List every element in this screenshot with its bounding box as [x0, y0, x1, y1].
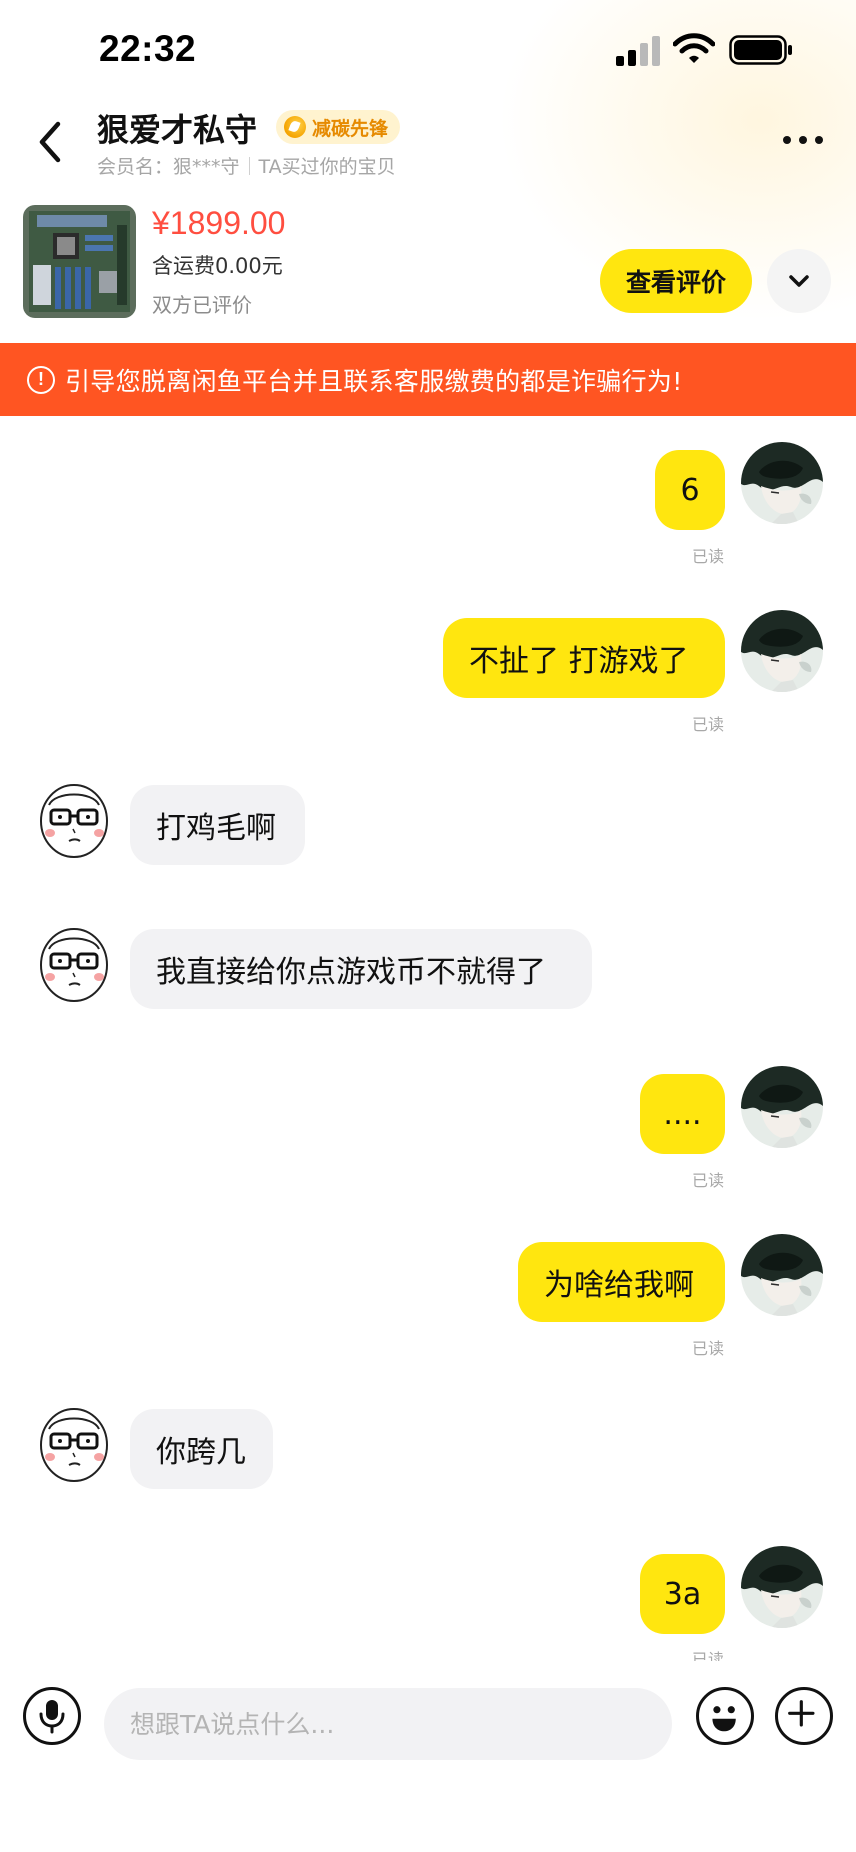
warning-text: 引导您脱离闲鱼平台并且联系客服缴费的都是诈骗行为! — [65, 366, 683, 396]
member-name: 会员名：狠***守 — [97, 156, 240, 178]
message-input[interactable] — [104, 1688, 672, 1760]
message-bubble-sent[interactable]: .... — [640, 1074, 725, 1154]
message-text: 为啥给我啊 — [544, 1268, 694, 1303]
product-thumbnail[interactable] — [23, 205, 136, 318]
product-shipping: 含运费0.00元 — [152, 254, 283, 278]
my-avatar[interactable] — [741, 1546, 823, 1628]
relation-text: TA买过你的宝贝 — [258, 156, 396, 178]
message-text: 你跨几 — [156, 1435, 246, 1470]
signal-icon — [616, 36, 660, 66]
product-price: ¥1899.00 — [152, 205, 286, 241]
read-status: 已读 — [692, 1650, 725, 1661]
message-bubble-sent[interactable]: 为啥给我啊 — [518, 1242, 725, 1322]
message-text: 3a — [663, 1576, 702, 1612]
message-bubble-sent[interactable]: 6 — [655, 450, 725, 530]
message-bubble-received[interactable]: 我直接给你点游戏币不就得了 — [130, 929, 592, 1009]
view-review-button[interactable]: 查看评价 — [600, 249, 752, 313]
my-avatar[interactable] — [741, 610, 823, 692]
contact-name[interactable]: 狠爱才私守 — [97, 105, 257, 151]
smiley-icon[interactable] — [696, 1687, 754, 1745]
chevron-left-icon[interactable] — [32, 115, 68, 169]
chat-header: 狠爱才私守 减碳先锋 会员名：狠***守 TA买过你的宝贝 — [0, 95, 856, 205]
message-bubble-sent[interactable]: 3a — [640, 1554, 725, 1634]
my-avatar[interactable] — [741, 442, 823, 524]
microphone-icon — [39, 1700, 65, 1734]
message-text: 我直接给你点游戏币不就得了 — [156, 955, 546, 990]
message-text: 6 — [680, 472, 700, 508]
fraud-warning-banner: ! 引导您脱离闲鱼平台并且联系客服缴费的都是诈骗行为! — [0, 343, 856, 416]
divider — [248, 156, 250, 175]
read-status: 已读 — [692, 547, 725, 566]
read-status: 已读 — [692, 1339, 725, 1358]
status-bar: 22:32 — [0, 0, 856, 90]
status-time: 22:32 — [99, 28, 197, 69]
message-bubble-received[interactable]: 打鸡毛啊 — [130, 785, 305, 865]
contact-avatar[interactable] — [33, 1401, 115, 1483]
member-info: 会员名：狠***守 TA买过你的宝贝 — [97, 152, 396, 179]
carbon-badge-label: 减碳先锋 — [312, 117, 389, 140]
leaf-icon — [284, 116, 306, 138]
battery-icon — [729, 35, 792, 65]
plus-icon[interactable] — [775, 1687, 833, 1745]
read-status: 已读 — [692, 1171, 725, 1190]
expand-button[interactable] — [767, 249, 831, 313]
input-bar — [0, 1662, 856, 1852]
chevron-down-icon — [789, 275, 809, 287]
message-text: .... — [663, 1096, 702, 1132]
carbon-badge[interactable]: 减碳先锋 — [276, 110, 401, 144]
my-avatar[interactable] — [741, 1066, 823, 1148]
product-card[interactable]: ¥1899.00 含运费0.00元 双方已评价 查看评价 — [0, 205, 856, 325]
read-status: 已读 — [692, 715, 725, 734]
more-dots-icon[interactable] — [780, 132, 826, 148]
message-text: 不扯了 打游戏了 — [469, 644, 689, 679]
message-list[interactable]: 6 已读 不扯了 打游戏了 已读 打鸡毛啊 我直接给你点游戏币不就得了 ....… — [0, 416, 856, 1661]
warning-icon: ! — [27, 365, 55, 394]
contact-avatar[interactable] — [33, 777, 115, 859]
message-text: 打鸡毛啊 — [156, 811, 276, 846]
rating-status: 双方已评价 — [152, 293, 252, 317]
voice-button[interactable] — [23, 1687, 81, 1745]
wifi-icon — [673, 33, 715, 63]
my-avatar[interactable] — [741, 1234, 823, 1316]
contact-avatar[interactable] — [33, 921, 115, 1003]
message-bubble-received[interactable]: 你跨几 — [130, 1409, 273, 1489]
message-bubble-sent[interactable]: 不扯了 打游戏了 — [443, 618, 725, 698]
